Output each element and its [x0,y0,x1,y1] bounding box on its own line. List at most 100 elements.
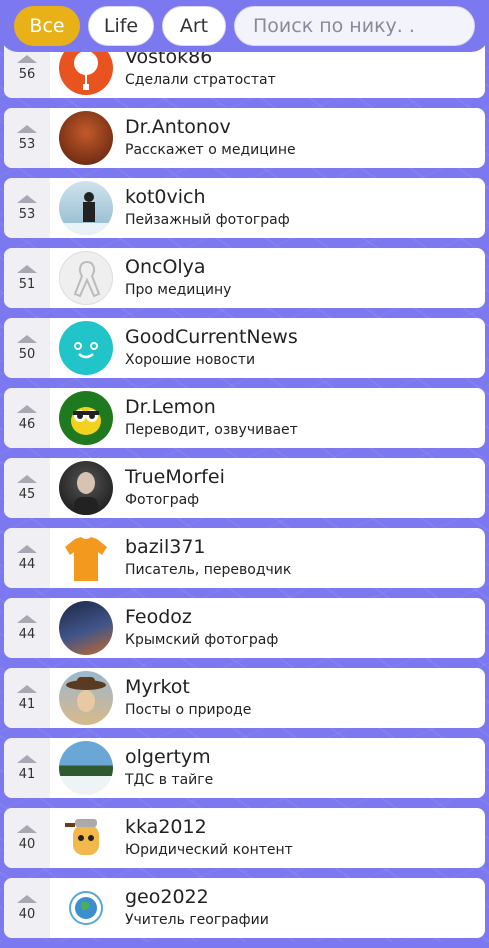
upvote-icon [17,334,37,343]
cartoon-character-icon [65,819,99,855]
vote-count: 56 [18,66,36,82]
vote-count: 40 [18,906,36,922]
upvote-icon [17,684,37,693]
author-nick[interactable]: Dr.Antonov [125,116,296,138]
list-item[interactable]: 50 GoodCurrentNews Хорошие новости [4,318,485,378]
avatar[interactable] [59,461,113,515]
upvote-icon [17,474,37,483]
upvote-icon [17,124,37,133]
upvote-button[interactable]: 44 [4,528,50,588]
avatar[interactable] [59,531,113,585]
smile-icon [74,342,98,359]
author-nick[interactable]: Dr.Lemon [125,396,298,418]
upvote-button[interactable]: 41 [4,738,50,798]
author-description: Хорошие новости [125,352,256,368]
upvote-button[interactable]: 51 [4,248,50,308]
author-nick[interactable]: Myrkot [125,676,251,698]
upvote-icon [17,54,37,63]
tshirt-icon [65,537,107,581]
avatar[interactable] [59,391,113,445]
author-nick[interactable]: kot0vich [125,186,290,208]
avatar[interactable] [59,251,113,305]
upvote-button[interactable]: 53 [4,178,50,238]
list-item[interactable]: 53 Dr.Antonov Расскажет о медицине [4,108,485,168]
author-nick[interactable]: geo2022 [125,886,269,908]
vote-count: 41 [18,696,36,712]
upvote-button[interactable]: 41 [4,668,50,728]
avatar[interactable] [59,741,113,795]
avatar[interactable] [59,881,113,935]
globe-icon [69,891,103,925]
upvote-icon [17,754,37,763]
upvote-button[interactable]: 50 [4,318,50,378]
author-description: Юридический контент [125,842,293,858]
vote-count: 51 [18,276,36,292]
author-description: Крымский фотограф [125,632,279,648]
lemon-owl-icon [71,407,101,435]
upvote-button[interactable]: 45 [4,458,50,518]
upvote-icon [17,194,37,203]
portrait-icon [74,472,98,515]
avatar[interactable] [59,671,113,725]
author-description: ТДС в тайге [125,772,214,788]
vote-count: 53 [18,206,36,222]
search-input[interactable]: Поиск по нику. . [234,6,475,46]
author-nick[interactable]: kka2012 [125,816,293,838]
list-item[interactable]: 45 TrueMorfei Фотограф [4,458,485,518]
list-item[interactable]: 53 kot0vich Пейзажный фотограф [4,178,485,238]
author-nick[interactable]: GoodCurrentNews [125,326,298,348]
upvote-button[interactable]: 46 [4,388,50,448]
author-description: Фотограф [125,492,200,508]
author-nick[interactable]: OncOlya [125,256,231,278]
author-description: Посты о природе [125,702,252,718]
filter-bar: Все Life Art Поиск по нику. . [0,0,489,52]
vote-count: 53 [18,136,36,152]
list-item[interactable]: 51 OncOlya Про медицину [4,248,485,308]
author-nick[interactable]: TrueMorfei [125,466,225,488]
upvote-button[interactable]: 40 [4,808,50,868]
list-item[interactable]: 40 kka2012 Юридический контент [4,808,485,868]
author-description: Учитель географии [125,912,269,928]
vote-count: 44 [18,556,36,572]
list-item[interactable]: 41 olgertym ТДС в тайге [4,738,485,798]
author-list: 56 Vostok86 Сделали стратостат 53 Dr.Anto… [4,38,485,948]
list-item[interactable]: 40 geo2022 Учитель географии [4,878,485,938]
vote-count: 45 [18,486,36,502]
upvote-icon [17,404,37,413]
tab-life[interactable]: Life [88,6,154,46]
avatar[interactable] [59,811,113,865]
person-silhouette-icon [59,192,113,235]
upvote-button[interactable]: 40 [4,878,50,938]
upvote-icon [17,544,37,553]
upvote-button[interactable]: 44 [4,598,50,658]
vote-count: 40 [18,836,36,852]
author-nick[interactable]: olgertym [125,746,213,768]
avatar[interactable] [59,321,113,375]
author-nick[interactable]: Feodoz [125,606,278,628]
list-item[interactable]: 44 bazil371 Писатель, переводчик [4,528,485,588]
vote-count: 50 [18,346,36,362]
list-item[interactable]: 44 Feodoz Крымский фотограф [4,598,485,658]
upvote-icon [17,264,37,273]
list-item[interactable]: 46 Dr.Lemon Переводит, озвучивает [4,388,485,448]
upvote-button[interactable]: 53 [4,108,50,168]
author-description: Писатель, переводчик [125,562,292,578]
author-description: Переводит, озвучивает [125,422,298,438]
tab-art[interactable]: Art [162,6,226,46]
vote-count: 46 [18,416,36,432]
author-description: Про медицину [125,282,232,298]
ribbon-icon [73,260,101,298]
vote-count: 41 [18,766,36,782]
hat-portrait-icon [66,677,106,712]
author-description: Расскажет о медицине [125,142,296,158]
avatar[interactable] [59,111,113,165]
upvote-icon [17,824,37,833]
list-item[interactable]: 41 Myrkot Посты о природе [4,668,485,728]
author-nick[interactable]: bazil371 [125,536,291,558]
upvote-icon [17,894,37,903]
tab-all[interactable]: Все [14,6,80,46]
avatar[interactable] [59,601,113,655]
upvote-icon [17,614,37,623]
avatar[interactable] [59,181,113,235]
author-description: Сделали стратостат [125,72,276,88]
